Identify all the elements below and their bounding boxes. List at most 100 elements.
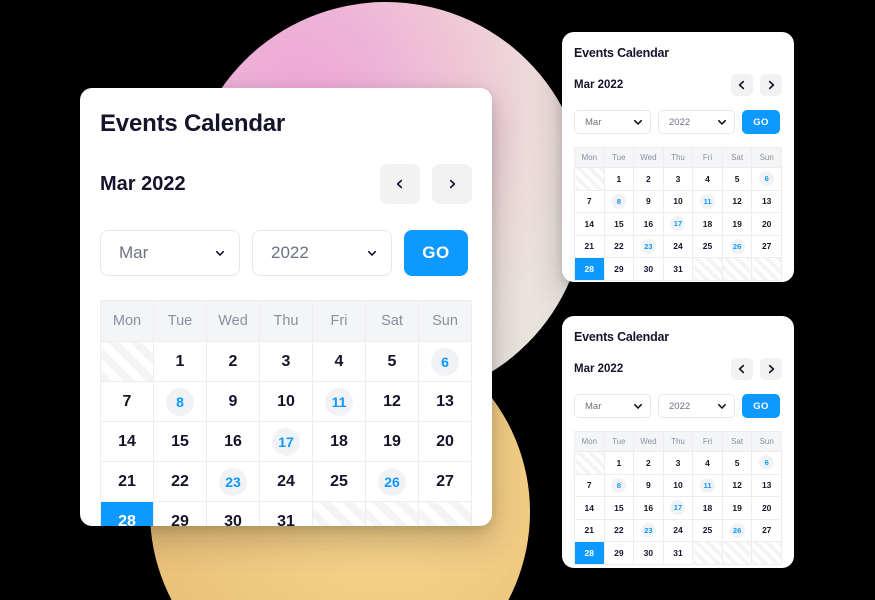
calendar-day[interactable]: 22	[603, 234, 635, 258]
calendar-day[interactable]: 13	[751, 189, 782, 213]
next-month-button[interactable]	[760, 358, 782, 380]
calendar-day[interactable]: 19	[721, 212, 753, 236]
calendar-day[interactable]: 29	[153, 501, 207, 526]
calendar-day-with-event[interactable]: 6	[418, 341, 472, 382]
calendar-day-with-event[interactable]: 23	[633, 234, 664, 258]
calendar-day-selected[interactable]: 28	[100, 501, 154, 526]
calendar-day[interactable]: 12	[721, 189, 753, 213]
calendar-day[interactable]: 3	[662, 451, 694, 475]
calendar-day[interactable]: 31	[259, 501, 313, 526]
calendar-day-with-event[interactable]: 11	[312, 381, 366, 422]
calendar-day[interactable]: 18	[692, 496, 723, 520]
calendar-day-with-event[interactable]: 8	[603, 189, 635, 213]
year-select[interactable]: 2022	[658, 110, 735, 134]
calendar-day[interactable]: 15	[603, 496, 635, 520]
calendar-day[interactable]: 5	[721, 167, 753, 191]
calendar-day-with-event[interactable]: 23	[206, 461, 260, 502]
calendar-day[interactable]: 24	[662, 234, 694, 258]
calendar-day-with-event[interactable]: 17	[662, 212, 694, 236]
calendar-day[interactable]: 12	[721, 473, 753, 497]
next-month-button[interactable]	[432, 164, 472, 204]
calendar-day[interactable]: 2	[206, 341, 260, 382]
calendar-day[interactable]: 27	[418, 461, 472, 502]
calendar-day[interactable]: 3	[662, 167, 694, 191]
year-select[interactable]: 2022	[658, 394, 735, 418]
calendar-day[interactable]: 4	[692, 167, 723, 191]
calendar-day[interactable]: 18	[692, 212, 723, 236]
calendar-day[interactable]: 14	[574, 212, 605, 236]
calendar-day[interactable]: 15	[603, 212, 635, 236]
calendar-day[interactable]: 24	[259, 461, 313, 502]
calendar-day-with-event[interactable]: 8	[153, 381, 207, 422]
calendar-day-with-event[interactable]: 26	[721, 518, 753, 542]
calendar-day[interactable]: 14	[100, 421, 154, 462]
calendar-day-with-event[interactable]: 17	[259, 421, 313, 462]
calendar-day[interactable]: 7	[100, 381, 154, 422]
calendar-day-with-event[interactable]: 8	[603, 473, 635, 497]
calendar-day-with-event[interactable]: 17	[662, 496, 694, 520]
calendar-day[interactable]: 2	[633, 451, 664, 475]
calendar-day[interactable]: 20	[751, 496, 782, 520]
go-button[interactable]: GO	[742, 110, 780, 134]
calendar-day[interactable]: 1	[153, 341, 207, 382]
calendar-day[interactable]: 4	[312, 341, 366, 382]
calendar-day-with-event[interactable]: 11	[692, 189, 723, 213]
calendar-day[interactable]: 16	[633, 212, 664, 236]
calendar-day[interactable]: 16	[633, 496, 664, 520]
calendar-day[interactable]: 25	[312, 461, 366, 502]
calendar-day[interactable]: 7	[574, 189, 605, 213]
prev-month-button[interactable]	[731, 74, 753, 96]
calendar-day-with-event[interactable]: 26	[365, 461, 419, 502]
calendar-day[interactable]: 3	[259, 341, 313, 382]
calendar-day[interactable]: 1	[603, 167, 635, 191]
prev-month-button[interactable]	[380, 164, 420, 204]
calendar-day[interactable]: 13	[418, 381, 472, 422]
calendar-day[interactable]: 10	[662, 189, 694, 213]
calendar-day[interactable]: 22	[603, 518, 635, 542]
calendar-day[interactable]: 14	[574, 496, 605, 520]
calendar-day-selected[interactable]: 28	[574, 541, 605, 565]
calendar-day[interactable]: 19	[365, 421, 419, 462]
calendar-day[interactable]: 1	[603, 451, 635, 475]
calendar-day-with-event[interactable]: 6	[751, 451, 782, 475]
calendar-day[interactable]: 20	[418, 421, 472, 462]
calendar-day[interactable]: 21	[574, 234, 605, 258]
calendar-day-with-event[interactable]: 26	[721, 234, 753, 258]
calendar-day-with-event[interactable]: 6	[751, 167, 782, 191]
calendar-day[interactable]: 29	[603, 541, 635, 565]
calendar-day[interactable]: 27	[751, 518, 782, 542]
calendar-day[interactable]: 21	[100, 461, 154, 502]
calendar-day-with-event[interactable]: 11	[692, 473, 723, 497]
calendar-day[interactable]: 21	[574, 518, 605, 542]
prev-month-button[interactable]	[731, 358, 753, 380]
calendar-day[interactable]: 30	[206, 501, 260, 526]
calendar-day[interactable]: 16	[206, 421, 260, 462]
calendar-day[interactable]: 18	[312, 421, 366, 462]
calendar-day[interactable]: 27	[751, 234, 782, 258]
calendar-day[interactable]: 9	[633, 473, 664, 497]
calendar-day[interactable]: 31	[662, 257, 694, 281]
calendar-day-with-event[interactable]: 23	[633, 518, 664, 542]
calendar-day[interactable]: 10	[662, 473, 694, 497]
calendar-day-selected[interactable]: 28	[574, 257, 605, 281]
year-select[interactable]: 2022	[252, 230, 392, 276]
calendar-day[interactable]: 5	[721, 451, 753, 475]
month-select[interactable]: Mar	[574, 394, 651, 418]
calendar-day[interactable]: 10	[259, 381, 313, 422]
calendar-day[interactable]: 9	[633, 189, 664, 213]
calendar-day[interactable]: 29	[603, 257, 635, 281]
calendar-day[interactable]: 31	[662, 541, 694, 565]
calendar-day[interactable]: 15	[153, 421, 207, 462]
calendar-day[interactable]: 2	[633, 167, 664, 191]
calendar-day[interactable]: 4	[692, 451, 723, 475]
calendar-day[interactable]: 9	[206, 381, 260, 422]
calendar-day[interactable]: 25	[692, 234, 723, 258]
calendar-day[interactable]: 13	[751, 473, 782, 497]
calendar-day[interactable]: 7	[574, 473, 605, 497]
month-select[interactable]: Mar	[100, 230, 240, 276]
calendar-day[interactable]: 30	[633, 257, 664, 281]
calendar-day[interactable]: 20	[751, 212, 782, 236]
calendar-day[interactable]: 22	[153, 461, 207, 502]
calendar-day[interactable]: 25	[692, 518, 723, 542]
calendar-day[interactable]: 24	[662, 518, 694, 542]
